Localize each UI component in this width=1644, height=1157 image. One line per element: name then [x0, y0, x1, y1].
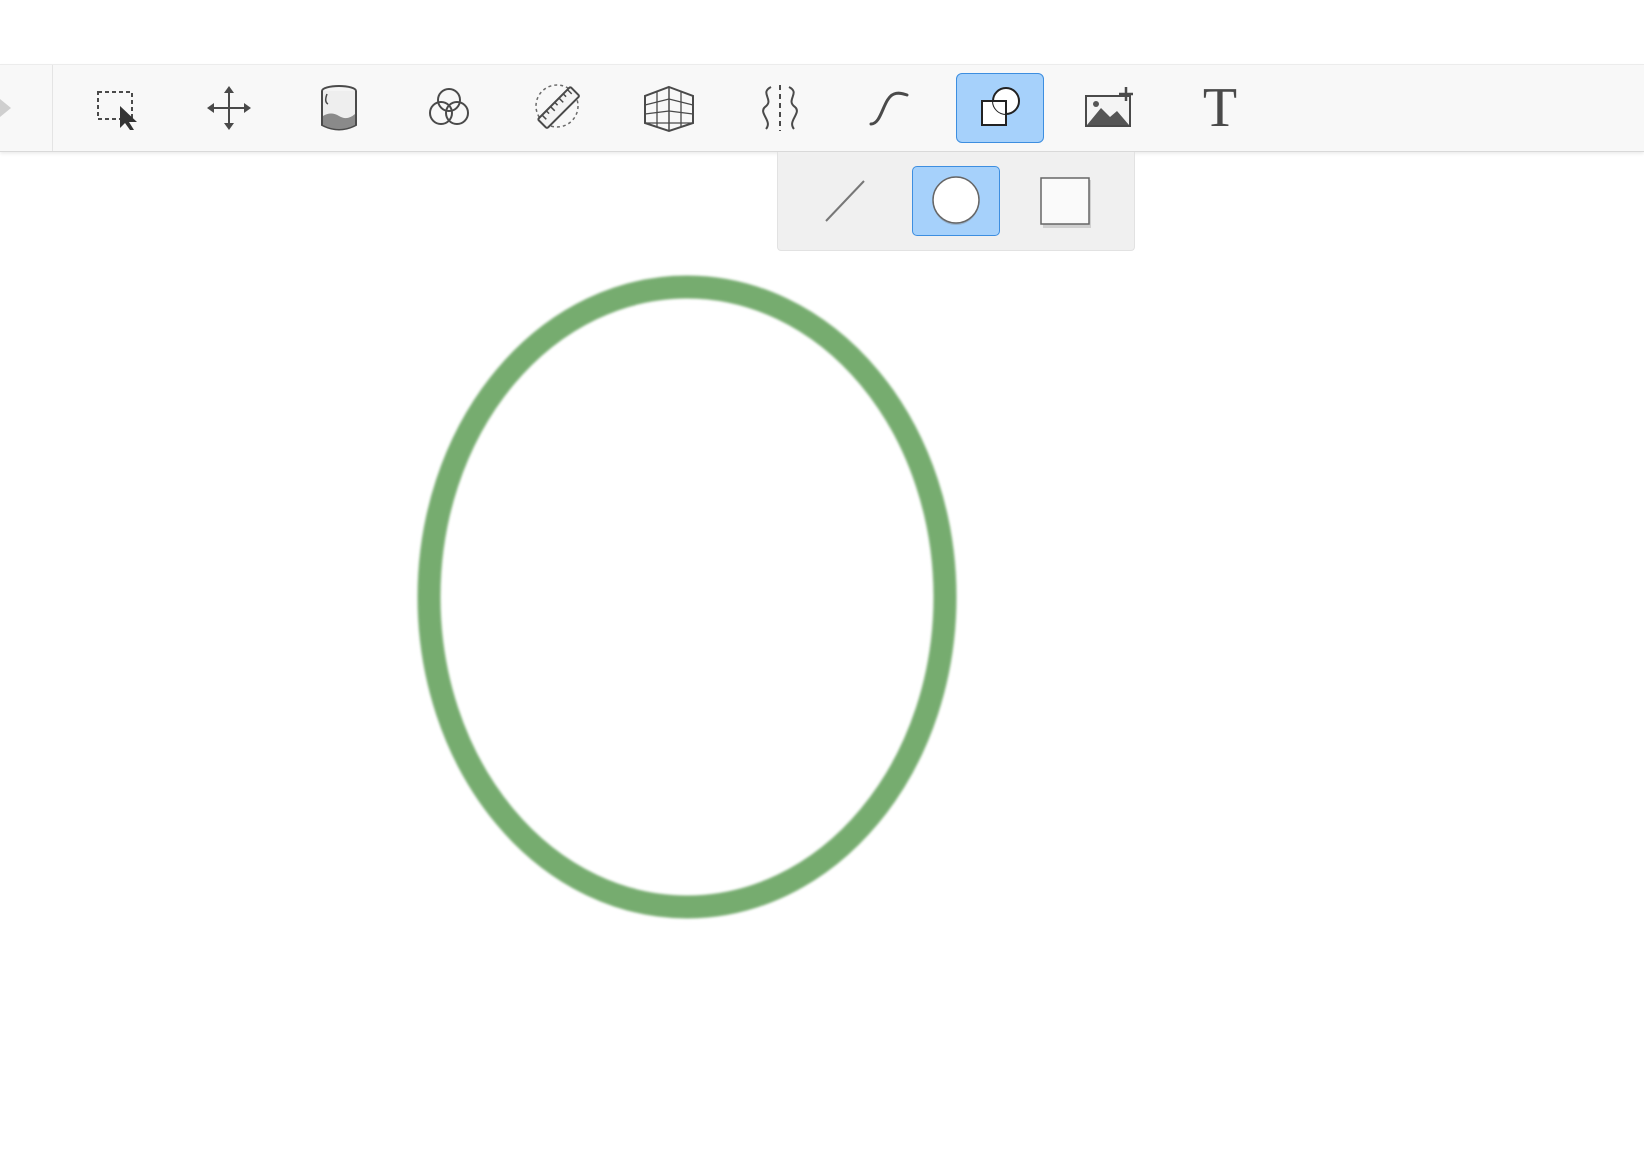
line-icon	[825, 180, 865, 222]
ellipse-shape-button[interactable]	[912, 166, 1000, 236]
move-arrows-icon	[207, 86, 251, 130]
perspective-tool-button[interactable]	[625, 73, 713, 143]
rectangle-icon	[1040, 177, 1091, 228]
collapse-toolbar-toggle[interactable]	[0, 65, 53, 151]
line-shape-button[interactable]	[801, 166, 889, 236]
transform-tool-button[interactable]	[185, 73, 273, 143]
ruler-icon	[535, 84, 580, 129]
ellipse-icon	[932, 176, 980, 225]
import-image-tool-button[interactable]	[1066, 73, 1154, 143]
app-window: T	[0, 0, 1644, 1157]
selection-tool-button[interactable]	[74, 73, 162, 143]
text-tool-button[interactable]: T	[1176, 73, 1264, 143]
symmetry-icon	[762, 85, 798, 131]
curve-icon	[869, 91, 909, 126]
curve-tool-button[interactable]	[845, 73, 933, 143]
shapes-flyout-menu	[777, 152, 1135, 251]
shapes-icon	[981, 87, 1020, 126]
paint-bucket-icon	[321, 85, 357, 131]
rectangle-shape-button[interactable]	[1021, 166, 1109, 236]
add-image-icon	[1085, 87, 1133, 127]
symmetry-tool-button[interactable]	[736, 73, 824, 143]
drawn-ellipse-shape[interactable]	[417, 275, 957, 919]
drawing-canvas[interactable]	[0, 252, 1644, 1157]
shapes-tool-button[interactable]	[956, 73, 1044, 143]
blend-tool-button[interactable]	[405, 73, 493, 143]
canvas-drawing	[417, 275, 957, 919]
text-icon: T	[1202, 77, 1238, 139]
marquee-select-icon	[97, 91, 137, 130]
ruler-tool-button[interactable]	[515, 73, 603, 143]
perspective-grid-icon	[644, 85, 694, 133]
fill-tool-button[interactable]	[295, 73, 383, 143]
color-circles-icon	[429, 88, 469, 125]
tool-bar: T	[0, 64, 1644, 152]
triangle-right-icon	[0, 99, 11, 117]
